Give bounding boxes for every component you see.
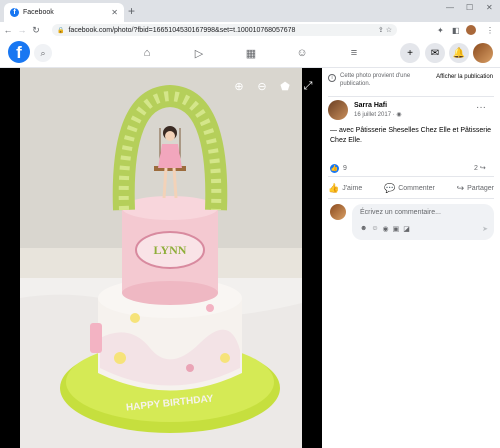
facebook-favicon-icon: f bbox=[10, 8, 19, 17]
share-count-value: 2 bbox=[474, 165, 478, 172]
tab-close-icon[interactable]: ✕ bbox=[111, 8, 118, 17]
share-arrow-icon: ↪ bbox=[456, 182, 465, 193]
address-bar[interactable]: 🔒 facebook.com/photo/?fbid=1665104530167… bbox=[52, 24, 397, 36]
side-panel-icon[interactable]: ◧ bbox=[452, 26, 460, 35]
divider bbox=[328, 96, 494, 97]
sticker-icon[interactable]: ◪ bbox=[403, 225, 410, 233]
like-reaction-icon: 👍 bbox=[330, 164, 339, 173]
url-text: facebook.com/photo/?fbid=166510453016799… bbox=[68, 26, 296, 34]
search-icon[interactable]: ⌕ bbox=[34, 44, 52, 62]
photo-sidebar: i Cette photo provient d'une publication… bbox=[322, 68, 500, 448]
share-count[interactable]: 2 ↪ bbox=[474, 164, 486, 172]
comment-button[interactable]: 💬 Commenter bbox=[384, 183, 435, 194]
facebook-logo[interactable]: f bbox=[8, 41, 30, 63]
share-label: Partager bbox=[467, 184, 494, 192]
new-tab-button[interactable]: + bbox=[128, 4, 135, 18]
browser-tab-strip: f Facebook ✕ + — ☐ ✕ bbox=[0, 0, 500, 22]
window-maximize-button[interactable]: ☐ bbox=[466, 3, 473, 12]
messenger-icon[interactable]: ✉ bbox=[425, 43, 445, 63]
tab-title: Facebook bbox=[23, 9, 54, 16]
menu-icon[interactable]: ≡ bbox=[346, 45, 362, 61]
thumbs-up-icon: 👍 bbox=[328, 182, 340, 193]
share-small-icon: ↪ bbox=[479, 165, 486, 172]
post-actions: 👍 J'aime 💬 Commenter ↪ Partager bbox=[328, 180, 494, 196]
share-page-icon[interactable]: ⇪ ☆ bbox=[378, 26, 392, 34]
reaction-count: 9 bbox=[343, 165, 347, 172]
comment-bubble-icon: 💬 bbox=[384, 182, 396, 193]
fullscreen-icon[interactable]: ⤢ bbox=[300, 78, 316, 94]
post-date[interactable]: 16 juillet 2017 · bbox=[354, 112, 396, 118]
facebook-top-nav: f ⌕ ⌂ ▷ ▦ ☺ ≡ + ✉ 🔔 bbox=[0, 38, 500, 68]
marketplace-icon[interactable]: ▦ bbox=[243, 45, 259, 61]
groups-icon[interactable]: ☺ bbox=[294, 45, 310, 61]
public-globe-icon: ◉ bbox=[396, 112, 402, 118]
photo-viewer: LYNN HAPPY BIRTHDAY ⊕ ⊖ ⬟ ⤢ bbox=[0, 68, 322, 448]
divider bbox=[328, 176, 494, 177]
browser-menu-icon[interactable]: ⋮ bbox=[486, 26, 494, 35]
comment-composer: Écrivez un commentaire... ☻ ☺ ◉ ▣ ◪ ➤ bbox=[330, 204, 494, 240]
send-icon[interactable]: ➤ bbox=[482, 225, 488, 233]
tag-icon[interactable]: ⬟ bbox=[277, 78, 293, 94]
more-options-icon[interactable]: ··· bbox=[476, 102, 486, 113]
gif-icon[interactable]: ▣ bbox=[393, 225, 400, 233]
profile-avatar[interactable] bbox=[466, 25, 476, 35]
info-icon: i bbox=[328, 74, 336, 82]
lock-icon: 🔒 bbox=[57, 27, 65, 34]
extensions-icon[interactable]: ✦ bbox=[437, 26, 444, 35]
window-minimize-button[interactable]: — bbox=[446, 3, 454, 12]
account-avatar[interactable] bbox=[473, 43, 493, 63]
share-button[interactable]: ↪ Partager bbox=[457, 183, 494, 194]
home-icon[interactable]: ⌂ bbox=[139, 45, 155, 61]
video-icon[interactable]: ▷ bbox=[191, 45, 207, 61]
view-post-button[interactable]: Afficher la publication bbox=[433, 72, 496, 82]
author-avatar[interactable] bbox=[328, 100, 348, 120]
cake-illustration: LYNN HAPPY BIRTHDAY bbox=[20, 68, 302, 448]
zoom-in-icon[interactable]: ⊕ bbox=[231, 78, 247, 94]
post-caption: — avec Pâtisserie Sheselles Chez Elle et… bbox=[330, 127, 492, 144]
divider bbox=[328, 198, 494, 199]
author-name[interactable]: Sarra Hafi bbox=[354, 102, 402, 109]
emoji-icon[interactable]: ☺ bbox=[371, 225, 378, 233]
post-author: Sarra Hafi 16 juillet 2017 · ◉ bbox=[328, 100, 402, 120]
create-plus-icon[interactable]: + bbox=[400, 43, 420, 63]
notice-text: Cette photo provient d'une publication. bbox=[340, 73, 411, 87]
comment-input[interactable]: Écrivez un commentaire... ☻ ☺ ◉ ▣ ◪ ➤ bbox=[352, 204, 494, 240]
forward-arrow-icon[interactable]: → bbox=[16, 25, 28, 35]
avatar-sticker-icon[interactable]: ☻ bbox=[360, 225, 367, 233]
comment-placeholder: Écrivez un commentaire... bbox=[360, 209, 441, 216]
cake-name-text: LYNN bbox=[154, 243, 187, 257]
commenter-avatar bbox=[330, 204, 346, 220]
zoom-out-icon[interactable]: ⊖ bbox=[254, 78, 270, 94]
browser-toolbar: ← → ↻ 🔒 facebook.com/photo/?fbid=1665104… bbox=[0, 22, 500, 38]
like-button[interactable]: 👍 J'aime bbox=[328, 183, 362, 194]
like-label: J'aime bbox=[342, 184, 363, 192]
camera-icon[interactable]: ◉ bbox=[383, 225, 389, 233]
cake-photo: LYNN HAPPY BIRTHDAY bbox=[20, 68, 302, 448]
post-notice: i Cette photo provient d'une publication… bbox=[328, 72, 496, 94]
comment-tools: ☻ ☺ ◉ ▣ ◪ bbox=[360, 225, 410, 233]
window-close-button[interactable]: ✕ bbox=[486, 3, 493, 12]
reactions-summary[interactable]: 👍 9 bbox=[330, 164, 347, 173]
notifications-bell-icon[interactable]: 🔔 bbox=[449, 43, 469, 63]
reload-icon[interactable]: ↻ bbox=[30, 25, 42, 36]
comment-label: Commenter bbox=[398, 184, 435, 192]
browser-tab[interactable]: f Facebook ✕ bbox=[4, 3, 124, 22]
back-arrow-icon[interactable]: ← bbox=[2, 25, 14, 35]
